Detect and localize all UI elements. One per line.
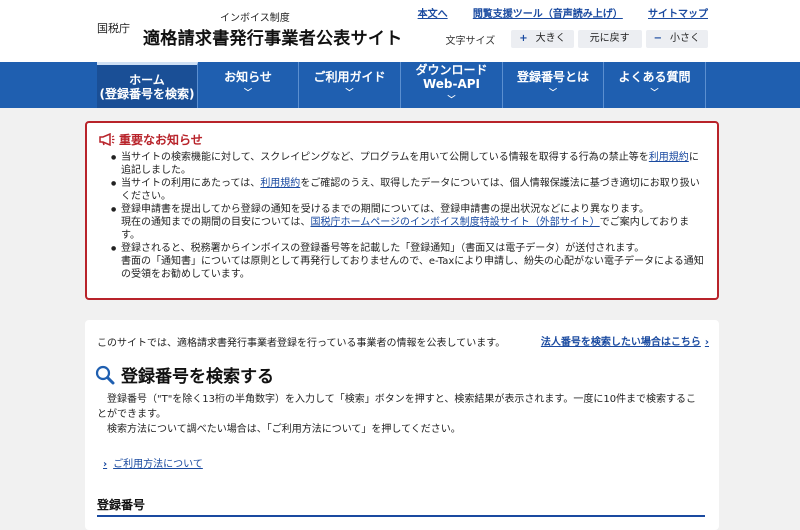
chevron-down-icon: ﹀: [345, 88, 354, 97]
main-nav: ホーム (登録番号を検索) お知らせ ﹀ ご利用ガイド ﹀ ダウンロード Web…: [0, 62, 800, 108]
how-to-use-link[interactable]: › ご利用方法について: [103, 455, 203, 470]
notice-item: 当サイトの検索機能に対して、スクレイピングなど、プログラムを用いて公開している情…: [111, 151, 705, 177]
chevron-down-icon: ﹀: [244, 88, 252, 97]
megaphone-icon: [99, 133, 115, 146]
notice-title: 重要なお知らせ: [99, 131, 705, 148]
chevron-down-icon: ﹀: [447, 95, 456, 104]
search-description: 登録番号（"T"を除く13桁の半角数字）を入力して「検索」ボタンを押すと、検索結…: [97, 394, 697, 435]
notice-item: 登録されると、税務署からインボイスの登録番号等を記載した「登録通知」（書面又は電…: [111, 242, 705, 281]
minus-icon: −: [653, 33, 662, 44]
nav-about-number[interactable]: 登録番号とは ﹀: [503, 62, 604, 108]
sitemap-link[interactable]: サイトマップ: [648, 9, 708, 20]
notice-item: 当サイトの利用にあたっては、利用規約をご確認のうえ、取得したデータについては、個…: [111, 177, 705, 203]
chevron-down-icon: ﹀: [650, 88, 659, 97]
utility-links: 本文へ 閲覧支援ツール（音声読み上げ） サイトマップ: [396, 5, 708, 20]
font-size-controls: 文字サイズ + 大きく 元に戻す − 小さく: [446, 30, 708, 48]
nav-news[interactable]: お知らせ ﹀: [198, 62, 299, 108]
corporate-number-search-link[interactable]: 法人番号を検索したい場合はこちら ›: [541, 333, 709, 348]
registration-number-label: 登録番号: [97, 498, 146, 512]
chevron-right-icon: ›: [704, 337, 709, 348]
nav-guide[interactable]: ご利用ガイド ﹀: [299, 62, 401, 108]
font-smaller-button[interactable]: − 小さく: [645, 30, 708, 48]
site-subtitle: インボイス制度: [220, 13, 290, 24]
font-size-label: 文字サイズ: [445, 35, 496, 47]
site-intro-text: このサイトでは、適格請求書発行事業者登録を行っている事業者の情報を公表しています…: [97, 338, 506, 349]
nav-faq[interactable]: よくある質問 ﹀: [604, 62, 706, 108]
search-heading: 登録番号を検索する: [95, 362, 274, 387]
font-larger-button[interactable]: + 大きく: [511, 30, 574, 48]
plus-icon: +: [519, 33, 528, 44]
nta-invoice-site-link[interactable]: 国税庁ホームページのインボイス制度特設サイト（外部サイト）: [311, 217, 600, 228]
search-icon: [95, 365, 115, 384]
important-notice: 重要なお知らせ 当サイトの検索機能に対して、スクレイピングなど、プログラムを用い…: [85, 121, 719, 300]
accessibility-tool-link[interactable]: 閲覧支援ツール（音声読み上げ）: [473, 9, 623, 20]
terms-link[interactable]: 利用規約: [260, 178, 300, 189]
search-card: このサイトでは、適格請求書発行事業者登録を行っている事業者の情報を公表しています…: [85, 320, 719, 530]
nav-home[interactable]: ホーム (登録番号を検索): [97, 62, 198, 108]
chevron-down-icon: ﹀: [549, 88, 557, 97]
terms-link[interactable]: 利用規約: [649, 152, 689, 163]
site-title[interactable]: 適格請求書発行事業者公表サイト: [143, 24, 403, 49]
notice-list: 当サイトの検索機能に対して、スクレイピングなど、プログラムを用いて公開している情…: [99, 151, 705, 281]
notice-item: 登録申請書を提出してから登録の通知を受けるまでの期間については、登録申請書の提出…: [111, 203, 705, 242]
skip-to-content-link[interactable]: 本文へ: [418, 9, 448, 20]
site-header: 国税庁 インボイス制度 適格請求書発行事業者公表サイト 本文へ 閲覧支援ツール（…: [0, 0, 800, 62]
section-divider: [97, 515, 705, 517]
chevron-right-icon: ›: [103, 459, 108, 470]
agency-name[interactable]: 国税庁: [97, 20, 130, 36]
font-reset-button[interactable]: 元に戻す: [577, 30, 642, 48]
nav-download[interactable]: ダウンロード Web-API ﹀: [401, 62, 503, 108]
